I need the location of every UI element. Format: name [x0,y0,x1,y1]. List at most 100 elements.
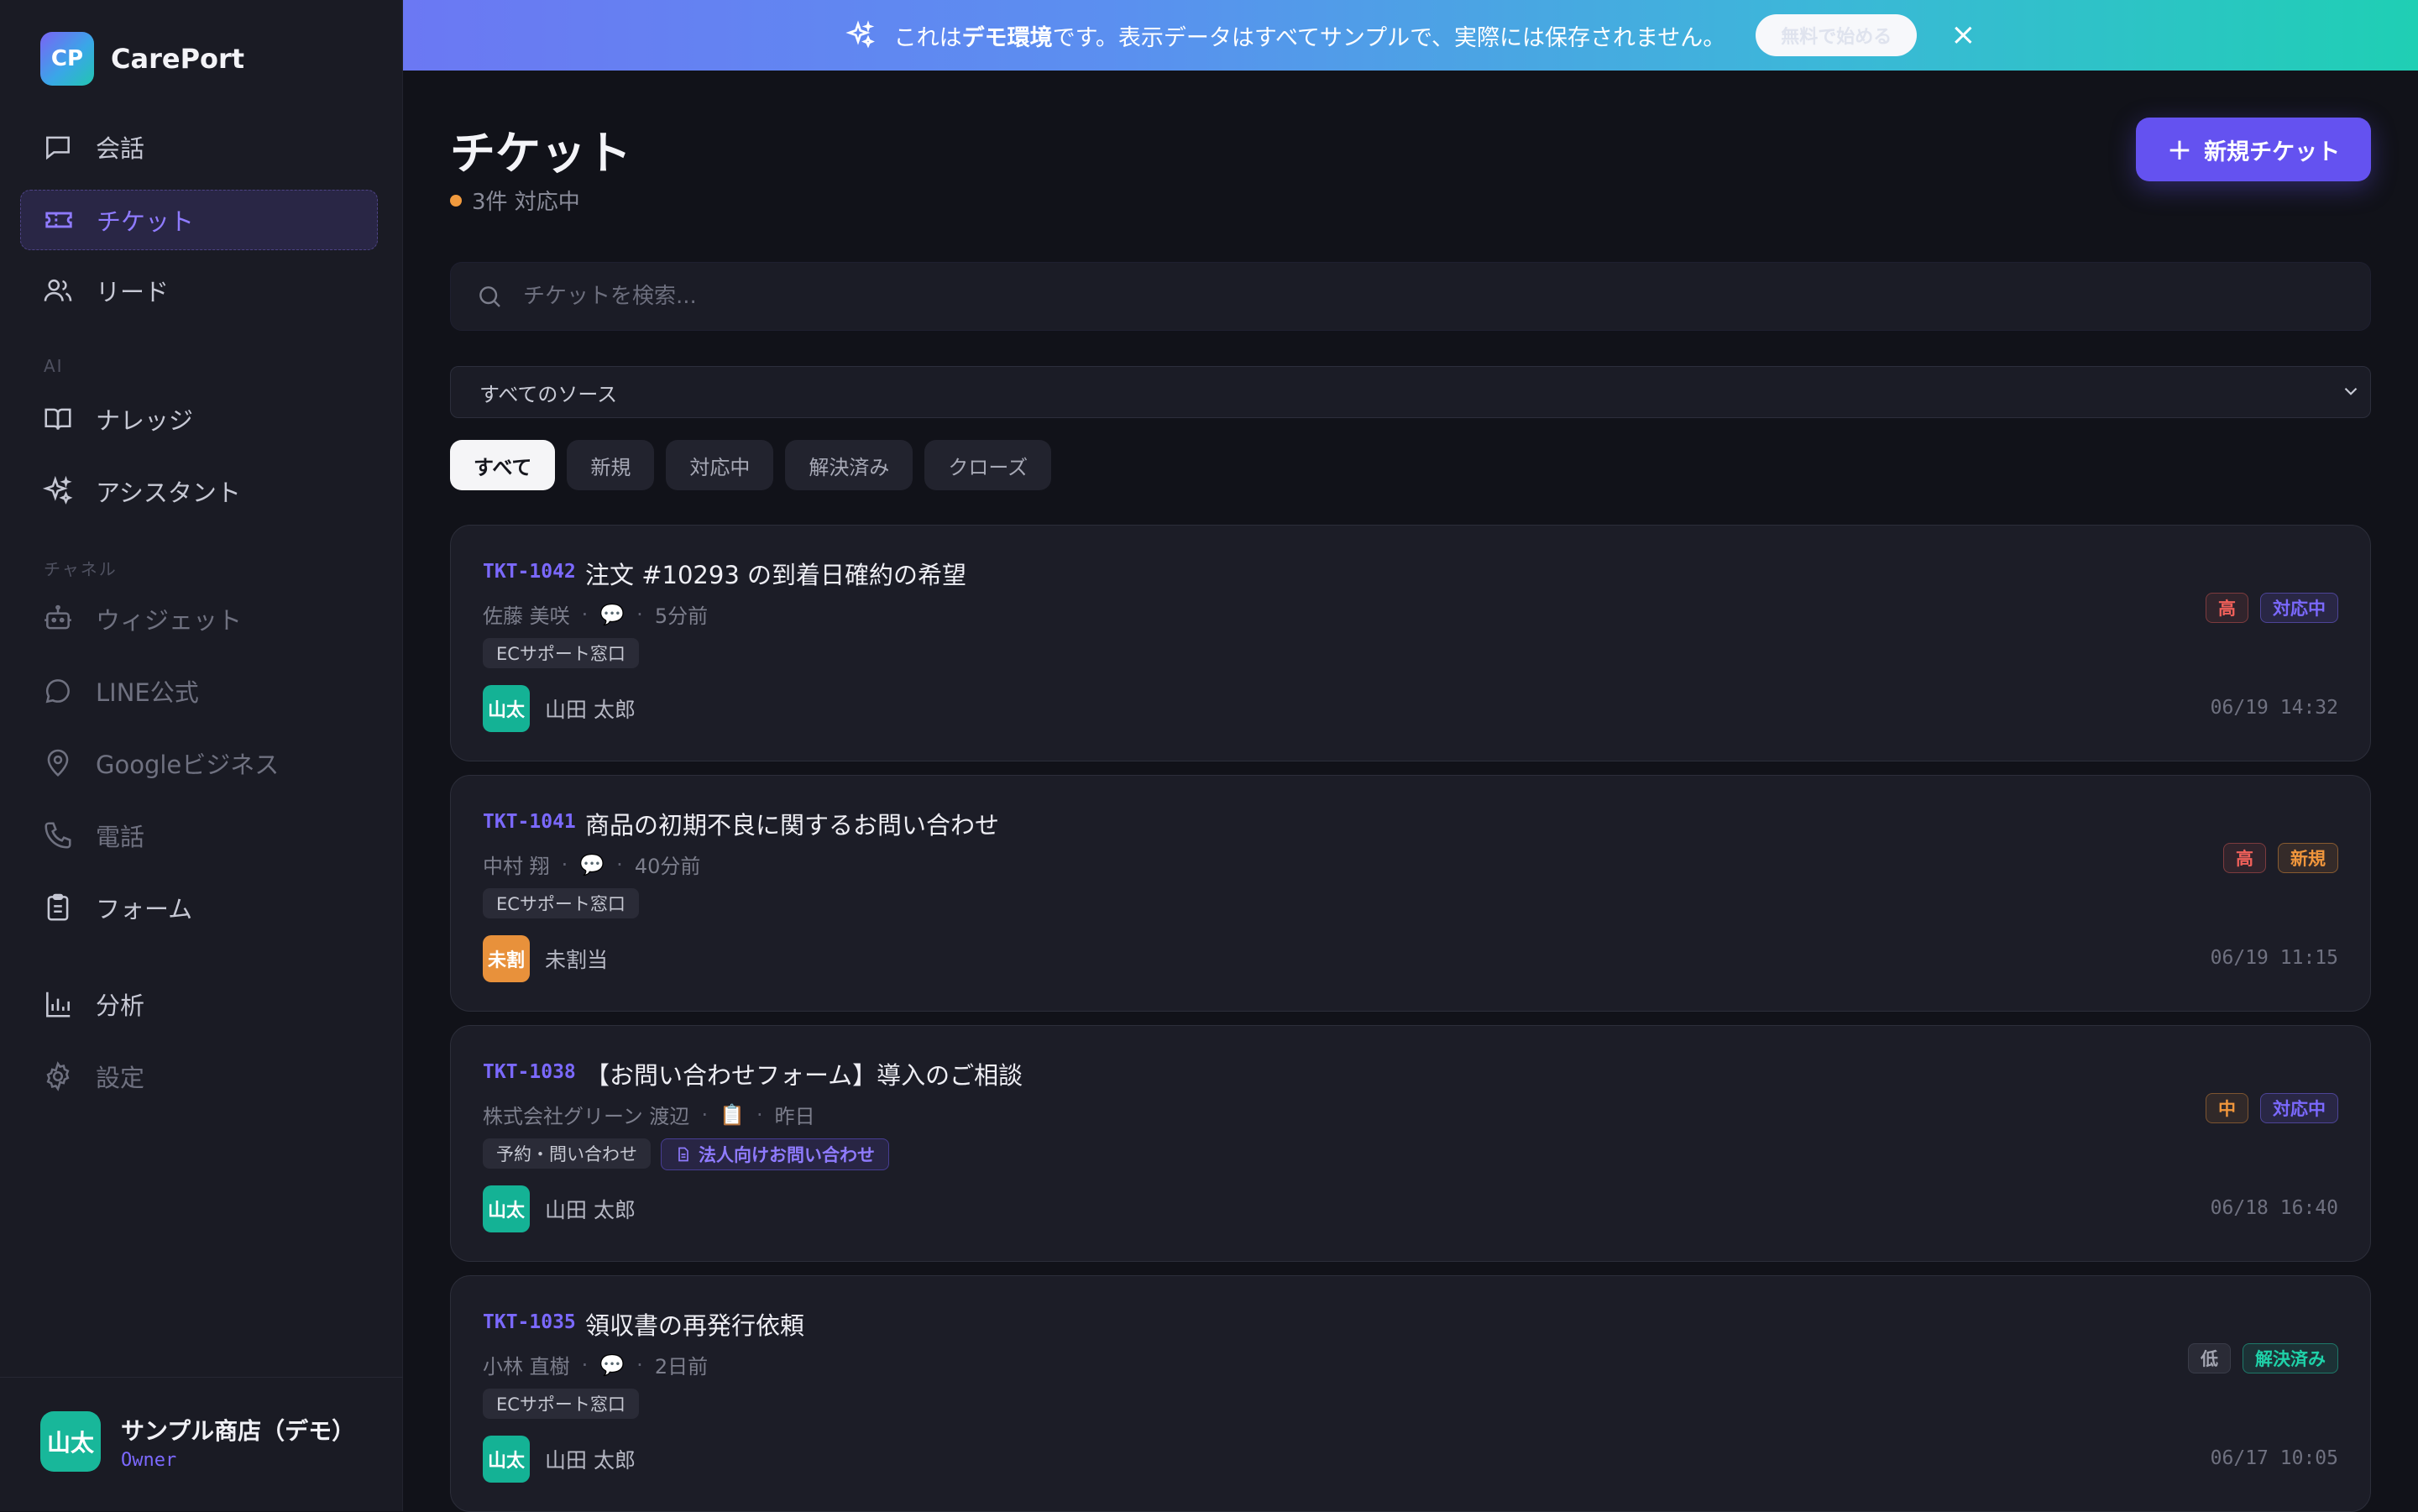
sidebar-item-tickets[interactable]: チケット [20,190,378,250]
relative-time: 昨日 [774,1105,815,1128]
gear-icon [46,1061,70,1091]
chat-icon [46,136,70,160]
ticket-card[interactable]: TKT-1038 【お問い合わせフォーム】導入のご相談 株式会社グリーン 渡辺 ·… [450,1025,2371,1262]
ticket-id: TKT-1041 [483,811,576,833]
demo-banner: これはデモ環境です。表示データはすべてサンプルで、実際には保存されません。 無料… [403,0,2418,71]
users-icon [44,279,72,301]
sidebar-item-label: リード [96,278,170,306]
ticket-meta: 小林 直樹 · 💬 · 2日前 [483,1350,708,1379]
phone-icon [44,822,71,849]
ticket-timestamp: 06/18 16:40 [2210,1197,2338,1219]
sidebar-item-label: フォーム [96,895,193,923]
priority-badge: 低 [2188,1343,2231,1373]
tab-closed[interactable]: クローズ [924,440,1052,490]
ticket-title: 商品の初期不良に関するお問い合わせ [585,811,1000,840]
sidebar-item-google-business[interactable]: Googleビジネス [20,733,378,793]
status-dot [450,194,462,207]
status-tabs: すべて 新規 対応中 解決済み クローズ [450,440,1063,490]
section-label-ai: AI [44,356,64,376]
ticket-badges: 高 対応中 [2194,593,2338,623]
message-circle-icon [45,679,70,704]
channel-icon: 💬 [599,602,625,626]
sidebar: CP CarePort 会話 チケット リード AI ナレッジ アシスタント チ… [0,0,403,1511]
source-select[interactable]: すべてのソース [450,366,2371,418]
book-icon [44,408,71,430]
ticket-badges: 低 解決済み [2176,1343,2338,1373]
form-chip[interactable]: 法人向けお問い合わせ [661,1138,889,1170]
assignee-name: 山田 太郎 [545,1448,636,1473]
sidebar-item-phone[interactable]: 電話 [20,805,378,866]
customer-name: 中村 翔 [483,855,550,878]
ticket-tags: 予約・問い合わせ 法人向けお問い合わせ [483,1138,899,1170]
start-free-button[interactable]: 無料で始める [1756,14,1918,56]
relative-time: 5分前 [654,604,709,628]
avatar: 山太 [483,1185,530,1232]
sidebar-item-label: ナレッジ [96,406,194,435]
sidebar-item-label: LINE公式 [96,678,199,707]
tab-new[interactable]: 新規 [567,440,655,490]
ticket-title: 注文 #10293 の到着日確約の希望 [585,561,966,589]
ticket-tags: ECサポート窓口 [483,888,649,918]
tab-in-progress[interactable]: 対応中 [666,440,774,490]
sidebar-item-line[interactable]: LINE公式 [20,661,378,721]
ticket-timestamp: 06/19 11:15 [2210,947,2338,969]
brand[interactable]: CP CarePort [40,32,244,86]
channel-icon: 💬 [579,852,605,876]
priority-badge: 中 [2206,1093,2248,1123]
active-count: 3件 対応中 [450,185,580,216]
new-ticket-button[interactable]: + 新規チケット [2136,118,2371,181]
sidebar-item-forms[interactable]: フォーム [20,877,378,938]
ticket-meta: 中村 翔 · 💬 · 40分前 [483,850,700,879]
close-icon[interactable]: × [1950,20,1976,50]
ticket-id: TKT-1042 [483,561,576,583]
sidebar-item-assistant[interactable]: アシスタント [20,461,378,521]
sidebar-item-label: 電話 [96,823,145,851]
account-role: Owner [121,1450,177,1471]
ticket-tags: ECサポート窓口 [483,638,649,668]
inbox-chip: ECサポート窓口 [483,1389,639,1419]
ticket-card[interactable]: TKT-1035 領収書の再発行依頼 小林 直樹 · 💬 · 2日前 ECサポート窓… [450,1275,2371,1512]
assignee: 未割 未割当 [483,935,608,982]
ticket-badges: 高 新規 [2211,843,2338,873]
ticket-card[interactable]: TKT-1041 商品の初期不良に関するお問い合わせ 中村 翔 · 💬 · 40分前… [450,775,2371,1012]
avatar: 山太 [483,685,530,732]
status-badge: 解決済み [2243,1343,2338,1373]
ticket-meta: 佐藤 美咲 · 💬 · 5分前 [483,599,708,629]
avatar: 山太 [483,1436,530,1483]
brand-logo: CP [40,32,94,86]
ticket-tags: ECサポート窓口 [483,1389,649,1419]
sidebar-item-analytics[interactable]: 分析 [20,974,378,1034]
ticket-title: 領収書の再発行依頼 [585,1311,805,1340]
customer-name: 佐藤 美咲 [483,604,570,628]
sidebar-item-widget[interactable]: ウィジェット [20,589,378,649]
page-title: チケット [450,127,631,180]
section-label-channel: チャネル [44,559,118,579]
tab-resolved[interactable]: 解決済み [785,440,913,490]
bar-chart-icon [46,991,71,1018]
search-input[interactable] [521,283,2288,310]
sparkle-icon [845,20,875,49]
priority-badge: 高 [2223,843,2266,873]
assignee-name: 未割当 [545,948,609,972]
sidebar-item-label: 分析 [96,991,145,1020]
sidebar-item-leads[interactable]: リード [20,260,378,321]
brand-name: CarePort [111,43,245,75]
search-icon [479,286,500,307]
assignee-name: 山田 太郎 [545,698,636,722]
relative-time: 2日前 [654,1355,709,1379]
ticket-card[interactable]: TKT-1042 注文 #10293 の到着日確約の希望 佐藤 美咲 · 💬 · 5… [450,525,2371,761]
status-badge: 対応中 [2260,593,2338,623]
channel-icon: 📋 [720,1102,745,1127]
sidebar-item-knowledge[interactable]: ナレッジ [20,389,378,449]
ticket-search[interactable] [450,262,2371,331]
ticket-id: TKT-1038 [483,1061,576,1083]
sidebar-item-settings[interactable]: 設定 [20,1046,378,1107]
map-pin-icon [47,749,69,777]
sidebar-item-conversations[interactable]: 会話 [20,117,378,177]
ticket-badges: 中 対応中 [2194,1093,2338,1123]
tab-all[interactable]: すべて [450,440,556,490]
status-badge: 対応中 [2260,1093,2338,1123]
ticket-timestamp: 06/17 10:05 [2210,1447,2338,1469]
account-switcher[interactable]: 山太 サンプル商店（デモ） Owner [0,1377,403,1511]
assignee-name: 山田 太郎 [545,1198,636,1222]
